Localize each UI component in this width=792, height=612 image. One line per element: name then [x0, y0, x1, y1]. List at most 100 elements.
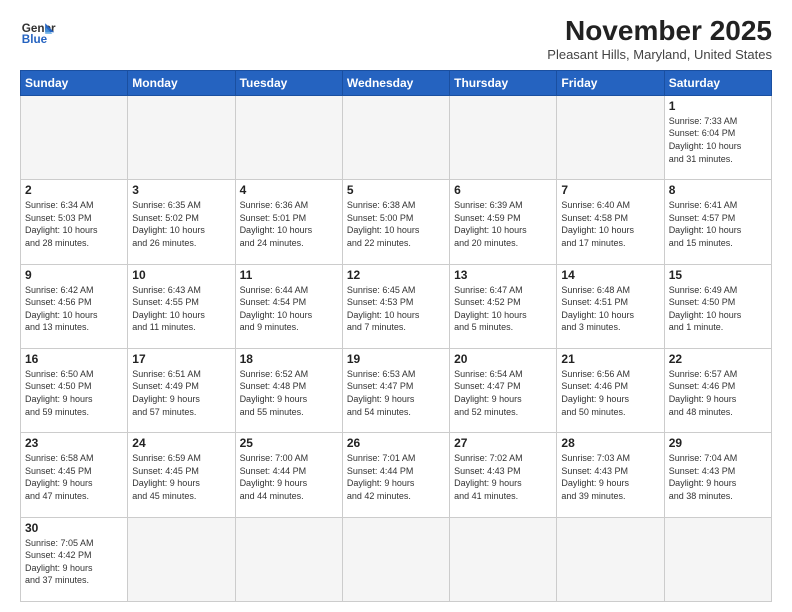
calendar-cell: 2 Sunrise: 6:34 AM Sunset: 5:03 PM Daylig… [21, 180, 128, 264]
weekday-header-tuesday: Tuesday [235, 70, 342, 95]
calendar-body: 1 Sunrise: 7:33 AM Sunset: 6:04 PM Daylig… [21, 95, 772, 601]
calendar-cell: 15 Sunrise: 6:49 AM Sunset: 4:50 PM Dayli… [664, 264, 771, 348]
day-number: 7 [561, 183, 659, 197]
calendar-cell [21, 95, 128, 179]
calendar-cell: 11 Sunrise: 6:44 AM Sunset: 4:54 PM Dayli… [235, 264, 342, 348]
day-info: Sunrise: 6:58 AM Sunset: 4:45 PM Dayligh… [25, 452, 123, 502]
day-info: Sunrise: 7:03 AM Sunset: 4:43 PM Dayligh… [561, 452, 659, 502]
calendar-cell: 23 Sunrise: 6:58 AM Sunset: 4:45 PM Dayli… [21, 433, 128, 517]
day-info: Sunrise: 6:49 AM Sunset: 4:50 PM Dayligh… [669, 284, 767, 334]
day-info: Sunrise: 6:44 AM Sunset: 4:54 PM Dayligh… [240, 284, 338, 334]
calendar-header: SundayMondayTuesdayWednesdayThursdayFrid… [21, 70, 772, 95]
day-info: Sunrise: 6:50 AM Sunset: 4:50 PM Dayligh… [25, 368, 123, 418]
calendar-cell [342, 517, 449, 601]
day-number: 1 [669, 99, 767, 113]
calendar-cell [557, 95, 664, 179]
weekday-header-friday: Friday [557, 70, 664, 95]
weekday-header-wednesday: Wednesday [342, 70, 449, 95]
calendar-cell: 10Sunrise: 6:43 AM Sunset: 4:55 PM Dayli… [128, 264, 235, 348]
calendar-cell [342, 95, 449, 179]
calendar-cell [664, 517, 771, 601]
calendar-cell: 17Sunrise: 6:51 AM Sunset: 4:49 PM Dayli… [128, 348, 235, 432]
day-number: 16 [25, 352, 123, 366]
day-number: 25 [240, 436, 338, 450]
day-number: 11 [240, 268, 338, 282]
title-block: November 2025 Pleasant Hills, Maryland, … [547, 16, 772, 62]
day-info: Sunrise: 7:33 AM Sunset: 6:04 PM Dayligh… [669, 115, 767, 165]
calendar-cell: 24 Sunrise: 6:59 AM Sunset: 4:45 PM Dayli… [128, 433, 235, 517]
calendar-table: SundayMondayTuesdayWednesdayThursdayFrid… [20, 70, 772, 602]
calendar-week-6: 30Sunrise: 7:05 AM Sunset: 4:42 PM Dayli… [21, 517, 772, 601]
calendar-cell [235, 95, 342, 179]
day-number: 3 [132, 183, 230, 197]
day-number: 14 [561, 268, 659, 282]
calendar-cell: 14Sunrise: 6:48 AM Sunset: 4:51 PM Dayli… [557, 264, 664, 348]
calendar-week-5: 23 Sunrise: 6:58 AM Sunset: 4:45 PM Dayli… [21, 433, 772, 517]
calendar-cell: 18 Sunrise: 6:52 AM Sunset: 4:48 PM Dayli… [235, 348, 342, 432]
day-info: Sunrise: 6:41 AM Sunset: 4:57 PM Dayligh… [669, 199, 767, 249]
day-number: 28 [561, 436, 659, 450]
calendar-cell: 13Sunrise: 6:47 AM Sunset: 4:52 PM Dayli… [450, 264, 557, 348]
day-info: Sunrise: 6:42 AM Sunset: 4:56 PM Dayligh… [25, 284, 123, 334]
day-number: 30 [25, 521, 123, 535]
day-info: Sunrise: 6:59 AM Sunset: 4:45 PM Dayligh… [132, 452, 230, 502]
day-number: 13 [454, 268, 552, 282]
calendar-cell: 7 Sunrise: 6:40 AM Sunset: 4:58 PM Daylig… [557, 180, 664, 264]
day-info: Sunrise: 7:04 AM Sunset: 4:43 PM Dayligh… [669, 452, 767, 502]
calendar-cell: 29 Sunrise: 7:04 AM Sunset: 4:43 PM Dayli… [664, 433, 771, 517]
weekday-header-thursday: Thursday [450, 70, 557, 95]
day-info: Sunrise: 7:02 AM Sunset: 4:43 PM Dayligh… [454, 452, 552, 502]
calendar-cell: 28 Sunrise: 7:03 AM Sunset: 4:43 PM Dayli… [557, 433, 664, 517]
day-info: Sunrise: 6:34 AM Sunset: 5:03 PM Dayligh… [25, 199, 123, 249]
day-info: Sunrise: 6:40 AM Sunset: 4:58 PM Dayligh… [561, 199, 659, 249]
weekday-row: SundayMondayTuesdayWednesdayThursdayFrid… [21, 70, 772, 95]
calendar-week-3: 9Sunrise: 6:42 AM Sunset: 4:56 PM Daylig… [21, 264, 772, 348]
day-number: 6 [454, 183, 552, 197]
day-info: Sunrise: 7:00 AM Sunset: 4:44 PM Dayligh… [240, 452, 338, 502]
day-info: Sunrise: 6:54 AM Sunset: 4:47 PM Dayligh… [454, 368, 552, 418]
day-number: 2 [25, 183, 123, 197]
day-number: 8 [669, 183, 767, 197]
day-number: 15 [669, 268, 767, 282]
calendar-cell: 16 Sunrise: 6:50 AM Sunset: 4:50 PM Dayli… [21, 348, 128, 432]
calendar-cell: 4 Sunrise: 6:36 AM Sunset: 5:01 PM Daylig… [235, 180, 342, 264]
month-title: November 2025 [547, 16, 772, 47]
calendar-cell: 30Sunrise: 7:05 AM Sunset: 4:42 PM Dayli… [21, 517, 128, 601]
calendar-cell: 19 Sunrise: 6:53 AM Sunset: 4:47 PM Dayli… [342, 348, 449, 432]
day-number: 20 [454, 352, 552, 366]
calendar-cell [128, 517, 235, 601]
calendar-cell: 20 Sunrise: 6:54 AM Sunset: 4:47 PM Dayli… [450, 348, 557, 432]
calendar-cell: 26 Sunrise: 7:01 AM Sunset: 4:44 PM Dayli… [342, 433, 449, 517]
day-number: 29 [669, 436, 767, 450]
day-number: 19 [347, 352, 445, 366]
weekday-header-saturday: Saturday [664, 70, 771, 95]
day-info: Sunrise: 6:52 AM Sunset: 4:48 PM Dayligh… [240, 368, 338, 418]
logo: General Blue [20, 16, 56, 52]
day-number: 5 [347, 183, 445, 197]
calendar-week-2: 2 Sunrise: 6:34 AM Sunset: 5:03 PM Daylig… [21, 180, 772, 264]
calendar-cell: 9Sunrise: 6:42 AM Sunset: 4:56 PM Daylig… [21, 264, 128, 348]
calendar-cell: 8 Sunrise: 6:41 AM Sunset: 4:57 PM Daylig… [664, 180, 771, 264]
day-info: Sunrise: 6:36 AM Sunset: 5:01 PM Dayligh… [240, 199, 338, 249]
day-info: Sunrise: 6:51 AM Sunset: 4:49 PM Dayligh… [132, 368, 230, 418]
day-info: Sunrise: 6:38 AM Sunset: 5:00 PM Dayligh… [347, 199, 445, 249]
day-number: 24 [132, 436, 230, 450]
calendar-week-4: 16 Sunrise: 6:50 AM Sunset: 4:50 PM Dayli… [21, 348, 772, 432]
calendar-cell [557, 517, 664, 601]
logo-icon: General Blue [20, 16, 56, 52]
day-info: Sunrise: 6:53 AM Sunset: 4:47 PM Dayligh… [347, 368, 445, 418]
day-number: 27 [454, 436, 552, 450]
day-info: Sunrise: 7:01 AM Sunset: 4:44 PM Dayligh… [347, 452, 445, 502]
day-number: 12 [347, 268, 445, 282]
day-number: 26 [347, 436, 445, 450]
calendar-cell [128, 95, 235, 179]
header: General Blue November 2025 Pleasant Hill… [20, 16, 772, 62]
calendar-cell: 21Sunrise: 6:56 AM Sunset: 4:46 PM Dayli… [557, 348, 664, 432]
day-info: Sunrise: 6:43 AM Sunset: 4:55 PM Dayligh… [132, 284, 230, 334]
calendar-cell: 6Sunrise: 6:39 AM Sunset: 4:59 PM Daylig… [450, 180, 557, 264]
day-number: 4 [240, 183, 338, 197]
day-number: 23 [25, 436, 123, 450]
calendar-cell: 25 Sunrise: 7:00 AM Sunset: 4:44 PM Dayli… [235, 433, 342, 517]
day-number: 18 [240, 352, 338, 366]
calendar-cell [235, 517, 342, 601]
